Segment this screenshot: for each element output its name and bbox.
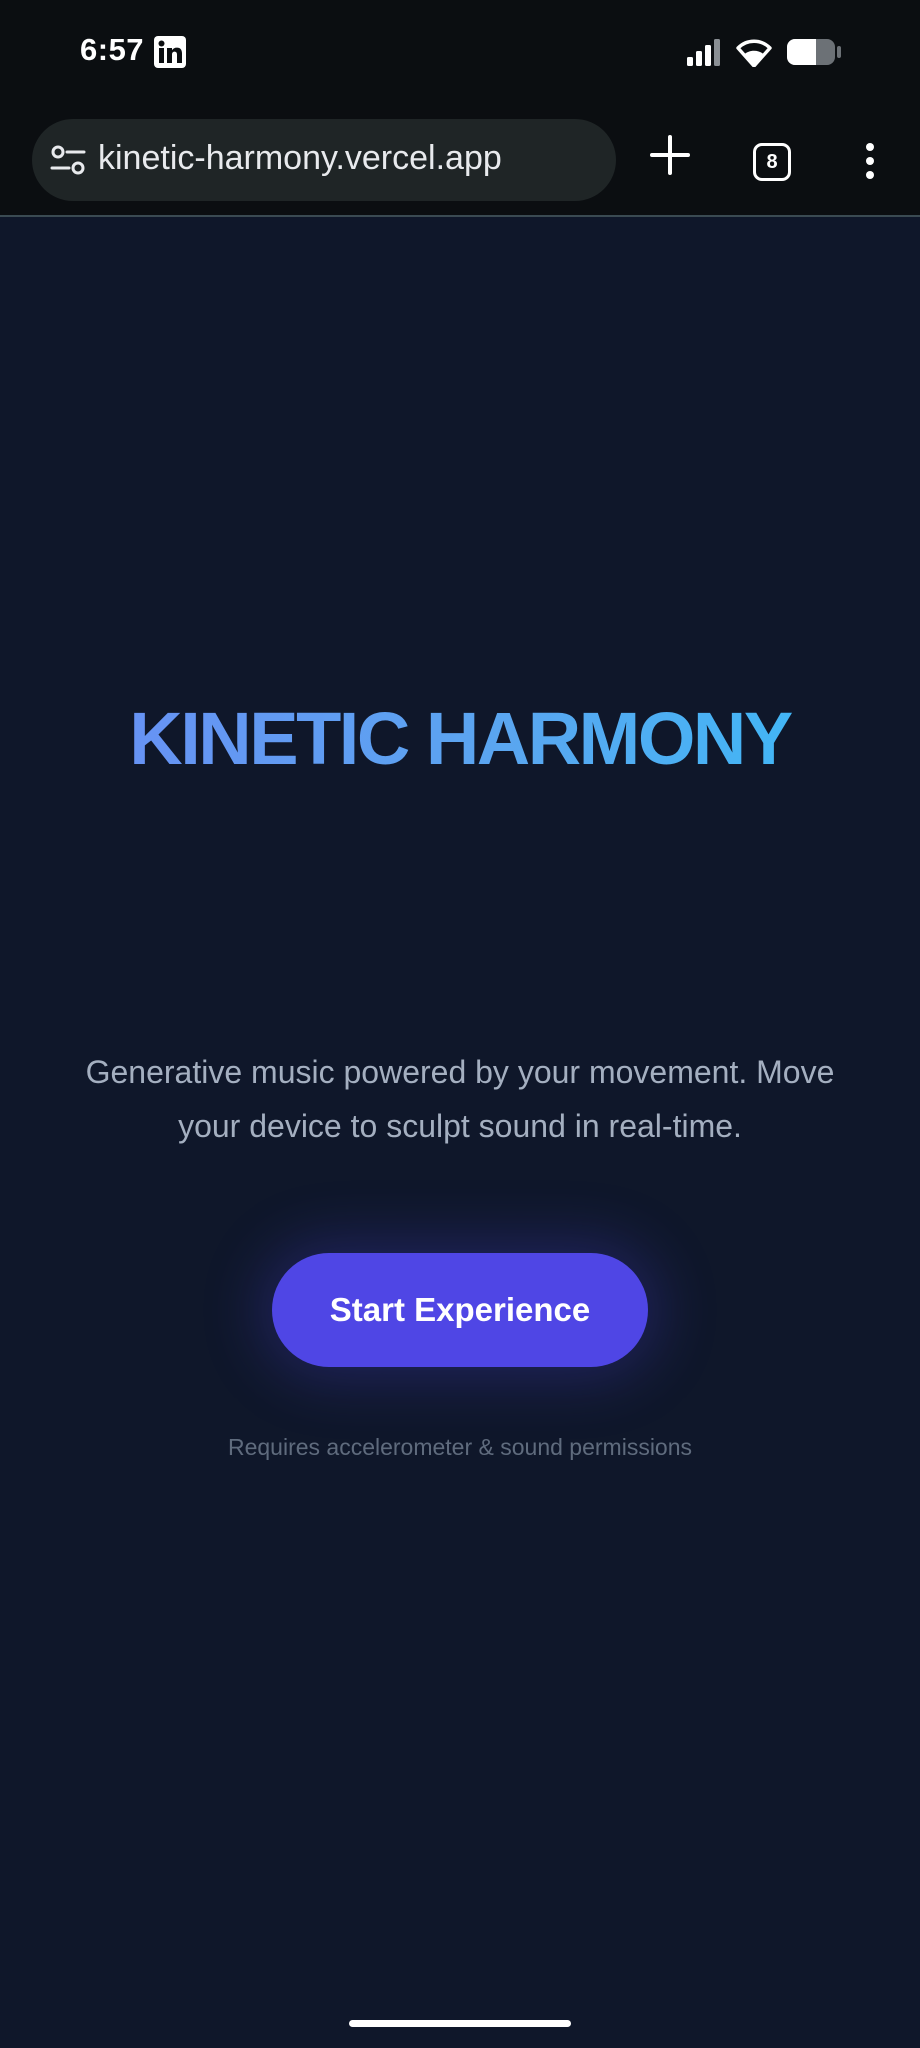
start-experience-button[interactable]: Start Experience [272,1253,648,1367]
status-time: 6:57 [80,32,145,67]
status-bar: 6:57 [0,0,920,105]
page-subtitle: Generative music powered by your movemen… [85,1054,835,1144]
browser-toolbar: kinetic-harmony.vercel.app 8 [0,105,920,217]
new-tab-icon[interactable] [648,133,692,177]
site-settings-icon[interactable] [50,143,86,177]
url-text[interactable]: kinetic-harmony.vercel.app [98,139,502,178]
home-indicator[interactable] [349,2020,571,2027]
page-title: KINETIC HARMONY [0,696,920,781]
permission-note: Requires accelerometer & sound permissio… [227,1434,693,1460]
battery-icon [787,39,841,65]
linkedin-icon [154,36,186,68]
wifi-icon [736,39,772,67]
tab-count: 8 [766,150,778,173]
tabs-icon[interactable]: 8 [753,143,791,181]
more-menu-icon[interactable] [858,141,882,181]
status-icons [686,36,842,68]
signal-icon [687,39,720,66]
address-bar[interactable]: kinetic-harmony.vercel.app [32,119,616,201]
